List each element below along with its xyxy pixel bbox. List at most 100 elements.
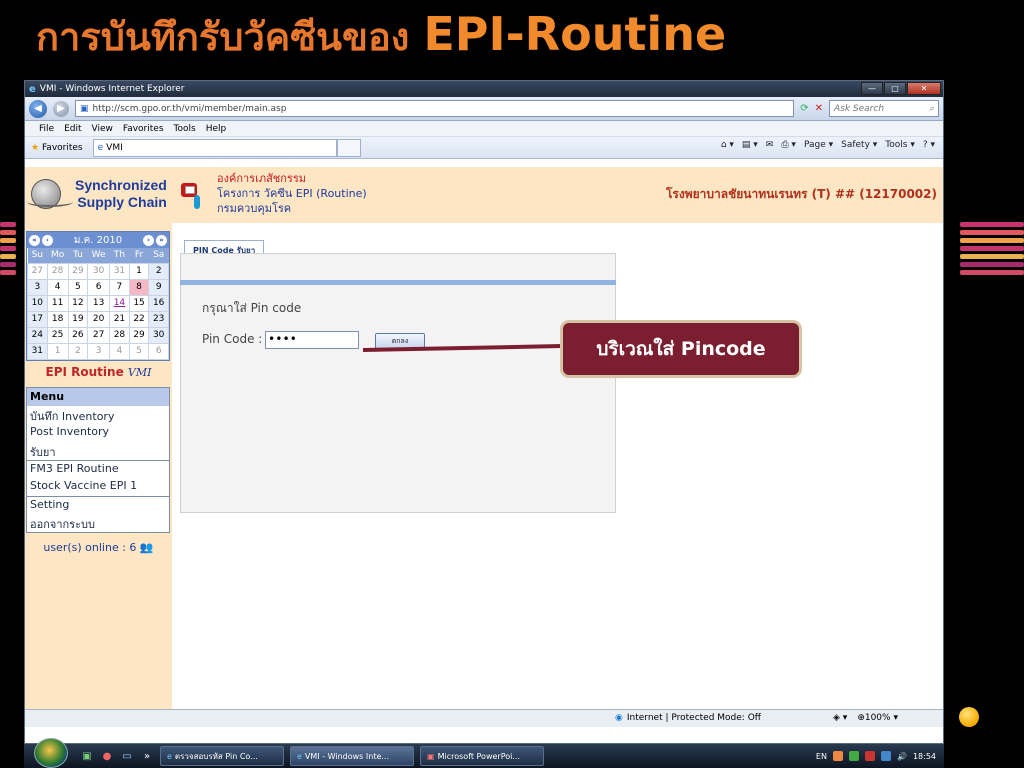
safety-menu[interactable]: Safety ▾ [841, 140, 877, 150]
calendar-day[interactable]: 13 [87, 294, 111, 312]
task-pin-check[interactable]: e ตรวจสอบรหัส Pin Co... [160, 746, 284, 766]
menu-item-receive-drug[interactable]: รับยา [27, 442, 169, 460]
close-button[interactable]: ✕ [907, 82, 941, 95]
calendar-day[interactable]: 18 [46, 310, 69, 328]
calendar-day[interactable]: 7 [109, 278, 130, 296]
search-icon[interactable]: ⌕ [929, 104, 934, 114]
tray-icon[interactable] [848, 751, 859, 761]
calendar-day[interactable]: 16 [148, 294, 169, 312]
task-powerpoint[interactable]: ▣ Microsoft PowerPoi... [420, 746, 544, 766]
security-icon[interactable]: ◈ ▾ [833, 713, 847, 723]
menu-file[interactable]: File [39, 124, 54, 134]
calendar-day[interactable]: 28 [109, 326, 130, 344]
start-button[interactable] [34, 738, 68, 768]
tools-menu[interactable]: Tools ▾ [885, 140, 915, 150]
next-year-icon[interactable]: » [156, 234, 167, 246]
calendar-day[interactable]: 27 [27, 262, 48, 280]
menu-favorites[interactable]: Favorites [123, 124, 164, 134]
calendar-day[interactable]: 19 [67, 310, 89, 328]
back-button[interactable]: ◀ [29, 99, 47, 118]
quicklaunch-icon[interactable]: ▣ [80, 749, 94, 763]
calendar-day[interactable]: 30 [148, 326, 169, 344]
calendar-day[interactable]: 24 [27, 326, 48, 344]
calendar-day[interactable]: 8 [128, 278, 150, 296]
favorites-button[interactable]: ★ Favorites [31, 143, 83, 153]
calendar-day[interactable]: 5 [67, 278, 89, 296]
calendar-day[interactable]: 22 [128, 310, 150, 328]
calendar-day[interactable]: 14 [109, 294, 130, 312]
calendar-day[interactable]: 25 [46, 326, 69, 344]
help-icon[interactable]: ? ▾ [923, 140, 935, 150]
clock[interactable]: 18:54 [913, 752, 936, 761]
calendar-day[interactable]: 30 [87, 262, 111, 280]
prev-year-icon[interactable]: « [29, 234, 40, 246]
calendar-day[interactable]: 10 [27, 294, 48, 312]
menu-item-setting[interactable]: Setting [27, 495, 169, 514]
forward-button[interactable]: ▶ [53, 100, 69, 117]
page-menu[interactable]: Page ▾ [804, 140, 833, 150]
menu-tools[interactable]: Tools [174, 124, 196, 134]
task-vmi-ie[interactable]: e VMI - Windows Inte... [290, 746, 414, 766]
calendar-day[interactable]: 20 [87, 310, 111, 328]
url-field[interactable]: ▣ http://scm.gpo.or.th/vmi/member/main.a… [75, 100, 795, 117]
tray-icon[interactable] [832, 751, 843, 761]
calendar-day[interactable]: 1 [128, 262, 150, 280]
calendar-day[interactable]: 31 [27, 342, 48, 360]
calendar-day[interactable]: 2 [148, 262, 169, 280]
calendar-day[interactable]: 11 [46, 294, 69, 312]
network-icon[interactable] [880, 751, 891, 761]
calendar-day[interactable]: 4 [109, 342, 130, 360]
calendar-day[interactable]: 17 [27, 310, 48, 328]
desktop-icon[interactable]: ▭ [120, 749, 134, 763]
next-month-icon[interactable]: › [143, 234, 154, 246]
home-icon[interactable]: ⌂ ▾ [721, 140, 734, 150]
tray-icon[interactable] [864, 751, 875, 761]
calendar-day[interactable]: 1 [46, 342, 69, 360]
maximize-button[interactable]: ▢ [884, 82, 906, 95]
site-logo[interactable]: Synchronized Supply Chain [27, 177, 167, 211]
minimize-button[interactable]: — [861, 82, 883, 95]
media-icon[interactable]: ● [100, 749, 114, 763]
overflow-icon[interactable]: » [140, 749, 154, 763]
feeds-icon[interactable]: ▤ ▾ [742, 140, 758, 150]
calendar-day[interactable]: 3 [87, 342, 111, 360]
search-input[interactable]: Ask Search ⌕ [829, 100, 939, 117]
menu-edit[interactable]: Edit [64, 124, 81, 134]
calendar-day[interactable]: 5 [128, 342, 150, 360]
ok-button[interactable]: ตกลง [375, 333, 425, 349]
calendar-day[interactable]: 29 [128, 326, 150, 344]
menu-view[interactable]: View [92, 124, 113, 134]
menu-item-post-inventory[interactable]: Post Inventory [27, 424, 169, 442]
menu-item-record-inventory[interactable]: บันทึก Inventory [27, 406, 169, 424]
mail-icon[interactable]: ✉ [766, 140, 774, 150]
language-indicator[interactable]: EN [816, 752, 827, 761]
stop-icon[interactable]: ✕ [815, 103, 823, 114]
menu-help[interactable]: Help [206, 124, 227, 134]
calendar-day[interactable]: 6 [87, 278, 111, 296]
calendar-day[interactable]: 6 [148, 342, 169, 360]
calendar-day[interactable]: 28 [46, 262, 69, 280]
menu-item-stock-vaccine[interactable]: Stock Vaccine EPI 1 [27, 478, 169, 496]
new-tab-button[interactable] [336, 138, 361, 157]
menu-item-fm3[interactable]: FM3 EPI Routine [27, 459, 169, 478]
calendar-day[interactable]: 9 [148, 278, 169, 296]
calendar-day[interactable]: 29 [67, 262, 89, 280]
volume-icon[interactable]: 🔊 [897, 752, 907, 761]
refresh-icon[interactable]: ⟳ [800, 103, 808, 114]
calendar-day[interactable]: 3 [27, 278, 48, 296]
tab-vmi[interactable]: e VMI [92, 138, 337, 157]
calendar-day[interactable]: 2 [67, 342, 89, 360]
prev-month-icon[interactable]: ‹ [42, 234, 53, 246]
zoom-control[interactable]: ⊕100% ▾ [857, 713, 898, 723]
calendar-day[interactable]: 26 [67, 326, 89, 344]
print-icon[interactable]: ⎙ ▾ [781, 140, 796, 150]
calendar-day[interactable]: 23 [148, 310, 169, 328]
calendar-day[interactable]: 4 [46, 278, 69, 296]
calendar-day[interactable]: 15 [128, 294, 150, 312]
pin-input[interactable]: •••• [265, 331, 359, 349]
calendar-day[interactable]: 31 [109, 262, 130, 280]
menu-item-logout[interactable]: ออกจากระบบ [27, 514, 169, 532]
calendar-day[interactable]: 27 [87, 326, 111, 344]
calendar-day[interactable]: 12 [67, 294, 89, 312]
calendar-day[interactable]: 21 [109, 310, 130, 328]
